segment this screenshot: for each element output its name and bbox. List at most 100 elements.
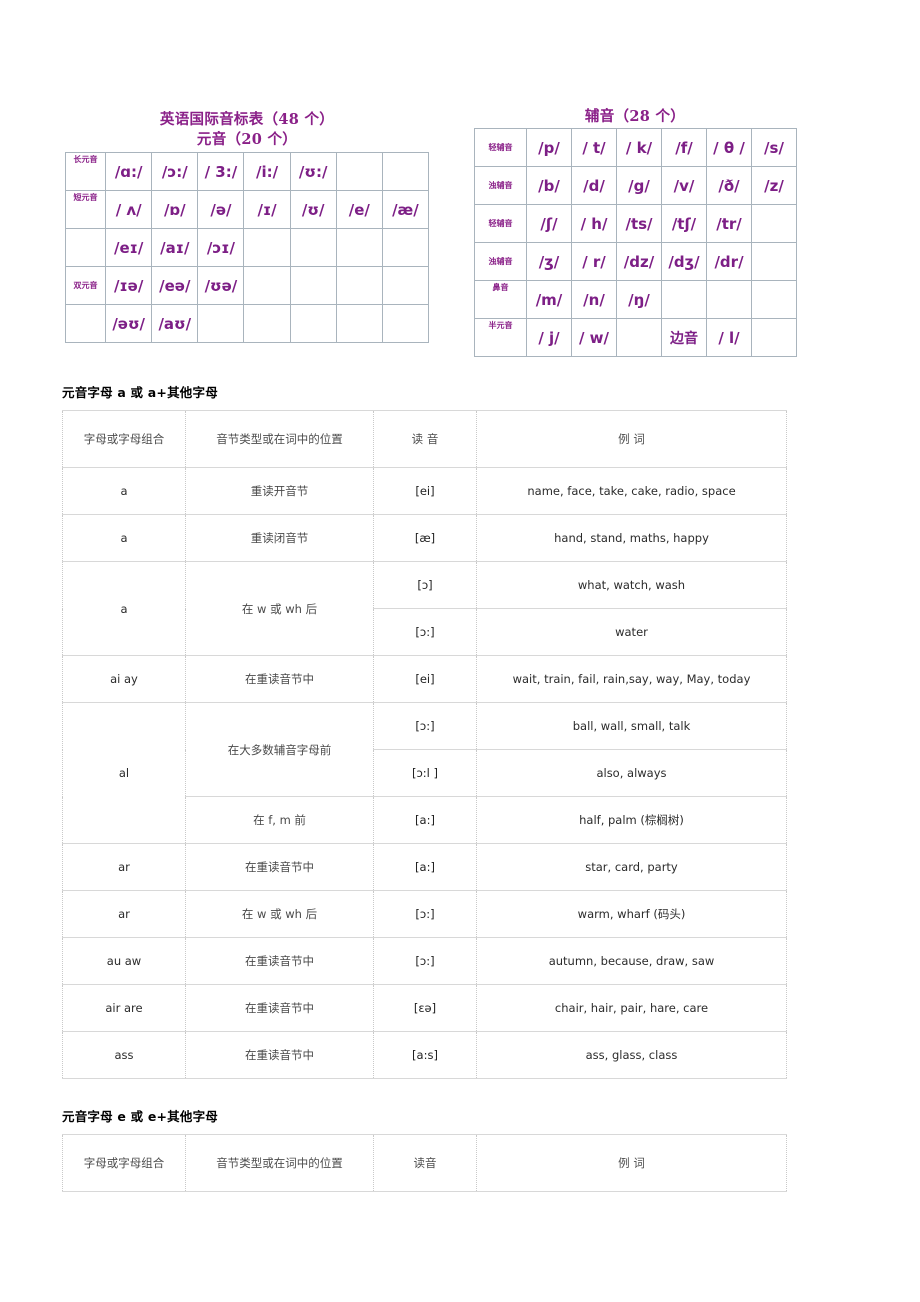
table-header-row: 字母或字母组合 音节类型或在词中的位置 读音 例 词 bbox=[62, 1134, 787, 1192]
vowel-subtitle: 元音（20 个） bbox=[196, 131, 298, 148]
consonant-symbol: /ts/ bbox=[616, 204, 662, 243]
consonant-title: 辅音（28 个） bbox=[584, 108, 686, 125]
cell-words: half, palm (棕榈树) bbox=[476, 796, 787, 844]
vowel-symbol: /e/ bbox=[335, 190, 383, 229]
table-row: al 在大多数辅音字母前 [ɔ:] ball, wall, small, tal… bbox=[62, 702, 787, 844]
column-header-letters: 字母或字母组合 bbox=[62, 1134, 186, 1192]
consonant-row-label: 轻辅音 bbox=[474, 128, 527, 167]
consonant-symbol: /ŋ/ bbox=[616, 280, 662, 319]
vowel-symbol: /ɪə/ bbox=[105, 266, 153, 305]
vowel-symbol: / ʌ/ bbox=[105, 190, 153, 229]
table-row: a 重读开音节 [ei] name, face, take, cake, rad… bbox=[62, 467, 787, 515]
consonant-table: 轻辅音 /p/ / t/ / k/ /f/ / θ / /s/ 浊辅音 /b/ … bbox=[474, 128, 797, 357]
table-row: a 在 w 或 wh 后 [ɔ] what, watch, wash bbox=[62, 561, 787, 656]
vowel-symbol: /ɒ/ bbox=[151, 190, 199, 229]
cell-position: 在 w 或 wh 后 bbox=[185, 890, 374, 938]
consonant-symbol: /n/ bbox=[571, 280, 617, 319]
consonant-symbol: / l/ bbox=[706, 318, 752, 357]
vowel-symbol: / 3:/ bbox=[197, 152, 245, 191]
cell-words: ass, glass, class bbox=[476, 1031, 787, 1079]
cell-words: also, always bbox=[476, 749, 787, 797]
cell-sound: [æ] bbox=[373, 514, 477, 562]
table-row: au aw 在重读音节中 [ɔ:] autumn, because, draw,… bbox=[62, 937, 787, 985]
pronunciation-rules-table-a: 字母或字母组合 音节类型或在词中的位置 读 音 例 词 a 重读开音节 [ei]… bbox=[62, 410, 787, 1079]
consonant-cell-empty bbox=[661, 280, 707, 319]
vowel-cell-empty bbox=[243, 266, 291, 305]
consonant-symbol: /dz/ bbox=[616, 242, 662, 281]
vowel-table: 长元音 /ɑ:/ /ɔ:/ / 3:/ /i:/ /ʊ:/ 短元音 / ʌ/ /… bbox=[64, 152, 430, 343]
table-row: ar 在 w 或 wh 后 [ɔ:] warm, wharf (码头) bbox=[62, 890, 787, 938]
consonant-symbol: /g/ bbox=[616, 166, 662, 205]
cell-letters: ai ay bbox=[62, 655, 186, 703]
lateral-label: 边音 bbox=[661, 318, 707, 357]
vowel-cell-empty bbox=[289, 228, 337, 267]
vowel-cell-empty bbox=[289, 266, 337, 305]
consonant-row-nasal: 鼻音 /m/ /n/ /ŋ/ bbox=[474, 280, 797, 319]
column-header-sound: 读 音 bbox=[373, 410, 477, 468]
consonant-symbol: /dr/ bbox=[706, 242, 752, 281]
consonant-row-voiceless-2: 轻辅音 /ʃ/ / h/ /ts/ /tʃ/ /tr/ bbox=[474, 204, 797, 243]
vowel-cell-empty bbox=[289, 304, 337, 343]
cell-position: 在 w 或 wh 后 bbox=[185, 561, 374, 656]
cell-letters: ass bbox=[62, 1031, 186, 1079]
consonant-row-label: 浊辅音 bbox=[474, 166, 527, 205]
column-header-sound: 读音 bbox=[373, 1134, 477, 1192]
consonant-symbol: /m/ bbox=[526, 280, 572, 319]
vowel-cell-empty bbox=[197, 304, 245, 343]
cell-sound: [ei] bbox=[373, 655, 477, 703]
cell-words: autumn, because, draw, saw bbox=[476, 937, 787, 985]
consonant-cell-empty bbox=[751, 204, 797, 243]
cell-words: wait, train, fail, rain,say, way, May, t… bbox=[476, 655, 787, 703]
vowel-cell-empty bbox=[243, 304, 291, 343]
cell-position: 在 f, m 前 bbox=[185, 796, 374, 844]
consonant-symbol: /tr/ bbox=[706, 204, 752, 243]
cell-words: water bbox=[476, 608, 787, 656]
vowel-symbol: /ʊ:/ bbox=[289, 152, 337, 191]
column-header-position: 音节类型或在词中的位置 bbox=[185, 1134, 374, 1192]
cell-position: 在大多数辅音字母前 bbox=[185, 702, 374, 797]
consonant-cell-empty bbox=[616, 318, 662, 357]
cell-sound: [ɛə] bbox=[373, 984, 477, 1032]
cell-letters: ar bbox=[62, 890, 186, 938]
table-row: air are 在重读音节中 [ɛə] chair, hair, pair, h… bbox=[62, 984, 787, 1032]
vowel-symbol: /eə/ bbox=[151, 266, 199, 305]
vowel-symbol: /æ/ bbox=[381, 190, 430, 229]
consonant-symbol: /ʒ/ bbox=[526, 242, 572, 281]
ipa-chart-area: 英语国际音标表（48 个） 元音（20 个） 长元音 /ɑ:/ /ɔ:/ / 3… bbox=[0, 0, 920, 375]
table-row: ar 在重读音节中 [a:] star, card, party bbox=[62, 843, 787, 891]
consonant-cell-empty bbox=[751, 242, 797, 281]
column-header-position: 音节类型或在词中的位置 bbox=[185, 410, 374, 468]
consonant-symbol: /p/ bbox=[526, 128, 572, 167]
vowel-row-diph-2: 双元音 /ɪə/ /eə/ /ʊə/ bbox=[64, 266, 430, 305]
section-a-heading: 元音字母 a 或 a+其他字母 bbox=[62, 385, 218, 400]
cell-sound: [ɔ:] bbox=[373, 608, 477, 656]
cell-letters: a bbox=[62, 561, 186, 656]
cell-sound: [ɔ] bbox=[373, 561, 477, 609]
table-row: a 重读闭音节 [æ] hand, stand, maths, happy bbox=[62, 514, 787, 562]
vowel-cell-empty bbox=[381, 228, 430, 267]
section-e-heading: 元音字母 e 或 e+其他字母 bbox=[62, 1109, 218, 1124]
consonant-cell-empty bbox=[751, 318, 797, 357]
vowel-row-short: 短元音 / ʌ/ /ɒ/ /ə/ /ɪ/ /ʊ/ /e/ /æ/ bbox=[64, 190, 430, 229]
vowel-row-label-diphthong: 双元音 bbox=[64, 266, 107, 305]
vowel-symbol: /aʊ/ bbox=[151, 304, 199, 343]
vowel-cell-empty bbox=[64, 304, 107, 343]
consonant-symbol: /v/ bbox=[661, 166, 707, 205]
vowel-symbol: /ɪ/ bbox=[243, 190, 291, 229]
cell-position: 在重读音节中 bbox=[185, 984, 374, 1032]
vowel-cell-empty bbox=[381, 266, 430, 305]
cell-letters: au aw bbox=[62, 937, 186, 985]
consonant-chart-block: 辅音（28 个） 轻辅音 /p/ / t/ / k/ /f/ / θ / /s/… bbox=[474, 105, 797, 357]
column-header-words: 例 词 bbox=[476, 410, 787, 468]
cell-sound: [a:] bbox=[373, 796, 477, 844]
consonant-symbol: / θ / bbox=[706, 128, 752, 167]
cell-letters: a bbox=[62, 514, 186, 562]
cell-sound: [ɔ:] bbox=[373, 937, 477, 985]
cell-words: chair, hair, pair, hare, care bbox=[476, 984, 787, 1032]
cell-words: name, face, take, cake, radio, space bbox=[476, 467, 787, 515]
consonant-symbol: /ʃ/ bbox=[526, 204, 572, 243]
consonant-symbol: /b/ bbox=[526, 166, 572, 205]
vowel-row-diph-3: /əʊ/ /aʊ/ bbox=[64, 304, 430, 343]
cell-words: warm, wharf (码头) bbox=[476, 890, 787, 938]
consonant-symbol: /z/ bbox=[751, 166, 797, 205]
